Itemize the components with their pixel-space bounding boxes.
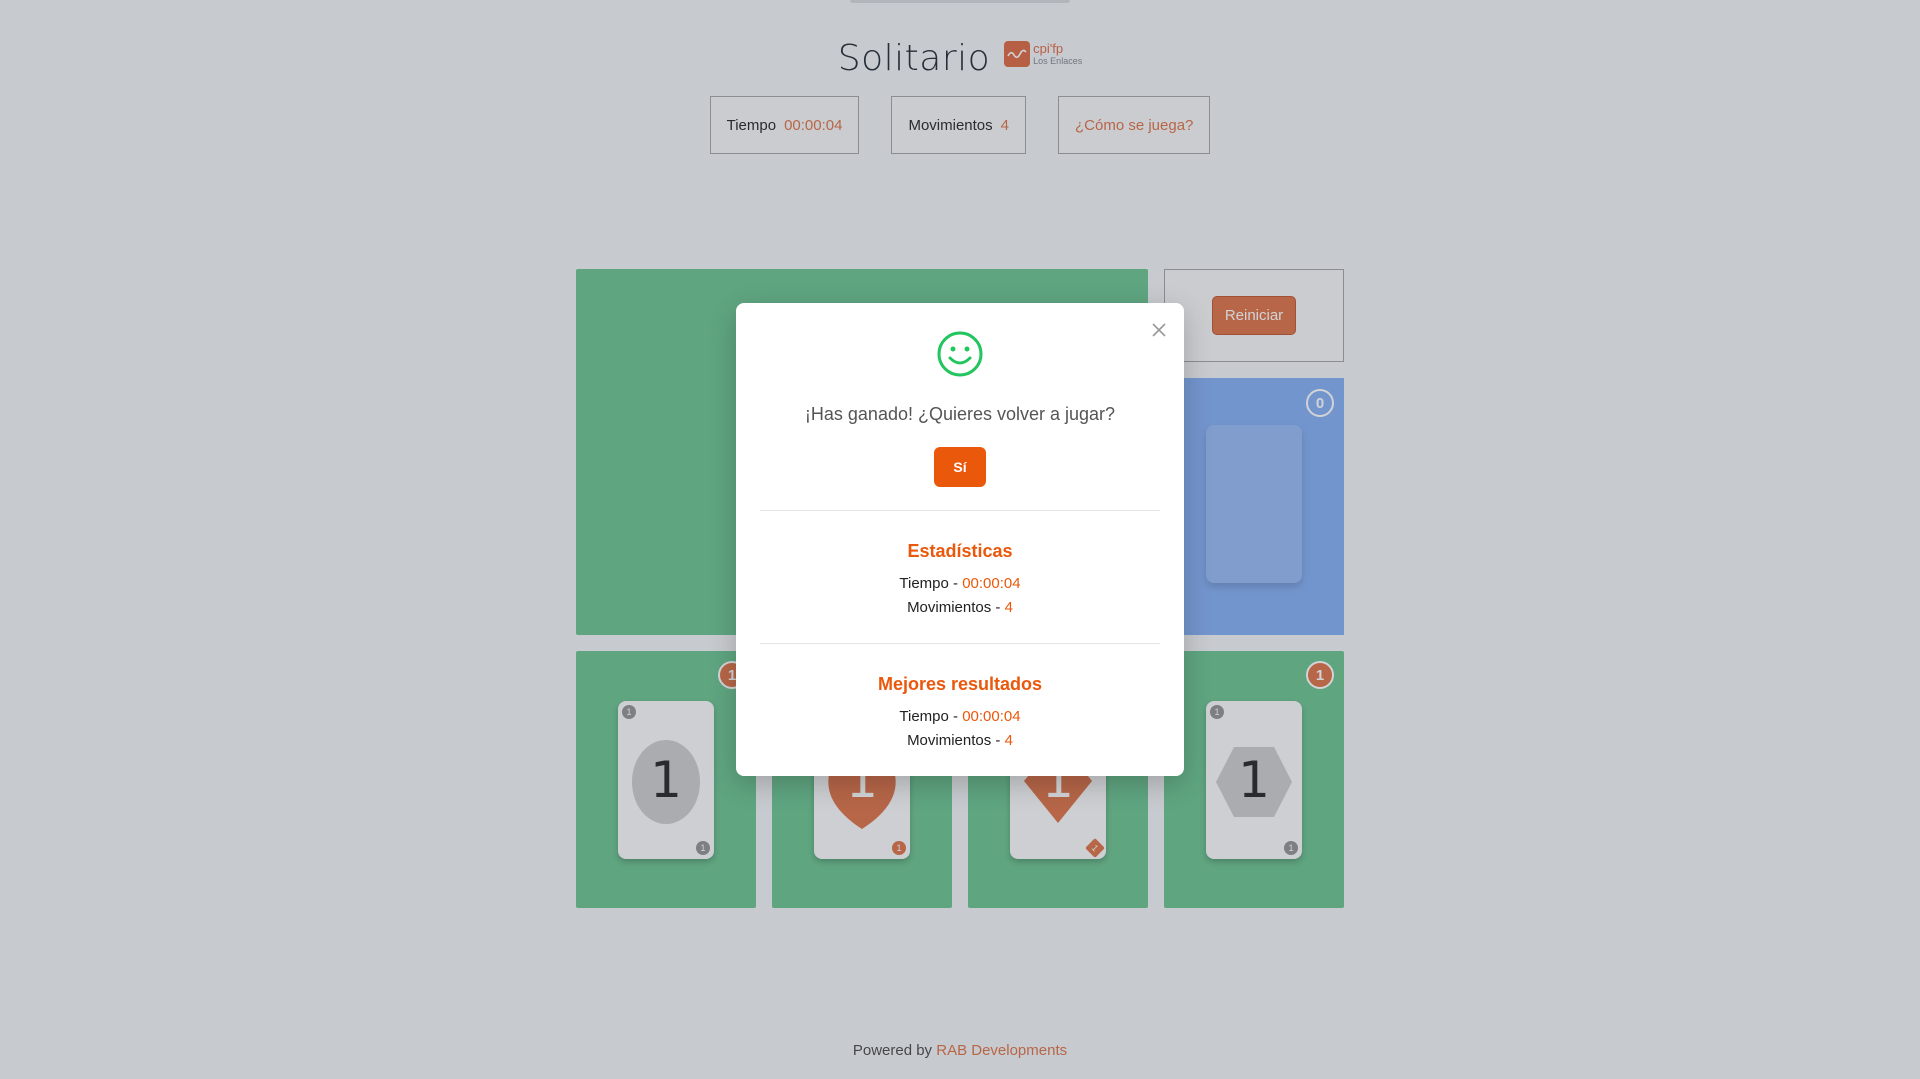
best-moves-line: Movimientos - 4 <box>736 732 1184 749</box>
win-message: ¡Has ganado! ¿Quieres volver a jugar? <box>804 404 1116 424</box>
best-moves-label: Movimientos - <box>907 732 1005 749</box>
divider <box>760 643 1160 644</box>
stats-moves-value: 4 <box>1004 599 1013 616</box>
best-time-line: Tiempo - 00:00:04 <box>736 708 1184 725</box>
smile-icon <box>937 331 983 377</box>
stats-moves-line: Movimientos - 4 <box>736 599 1184 616</box>
divider <box>760 510 1160 511</box>
stats-moves-label: Movimientos - <box>907 599 1005 616</box>
best-results-title: Mejores resultados <box>877 674 1043 694</box>
play-again-yes-button[interactable]: Sí <box>934 447 986 487</box>
best-time-value: 00:00:04 <box>962 708 1021 725</box>
best-moves-value: 4 <box>1004 732 1013 749</box>
best-time-label: Tiempo - <box>899 708 963 725</box>
win-dialog: ¡Has ganado! ¿Quieres volver a jugar? Sí… <box>736 303 1184 776</box>
stats-time-line: Tiempo - 00:00:04 <box>736 575 1184 592</box>
stats-title: Estadísticas <box>907 541 1013 561</box>
stats-time-label: Tiempo - <box>899 575 963 592</box>
close-icon[interactable] <box>1152 319 1166 341</box>
stats-time-value: 00:00:04 <box>962 575 1021 592</box>
